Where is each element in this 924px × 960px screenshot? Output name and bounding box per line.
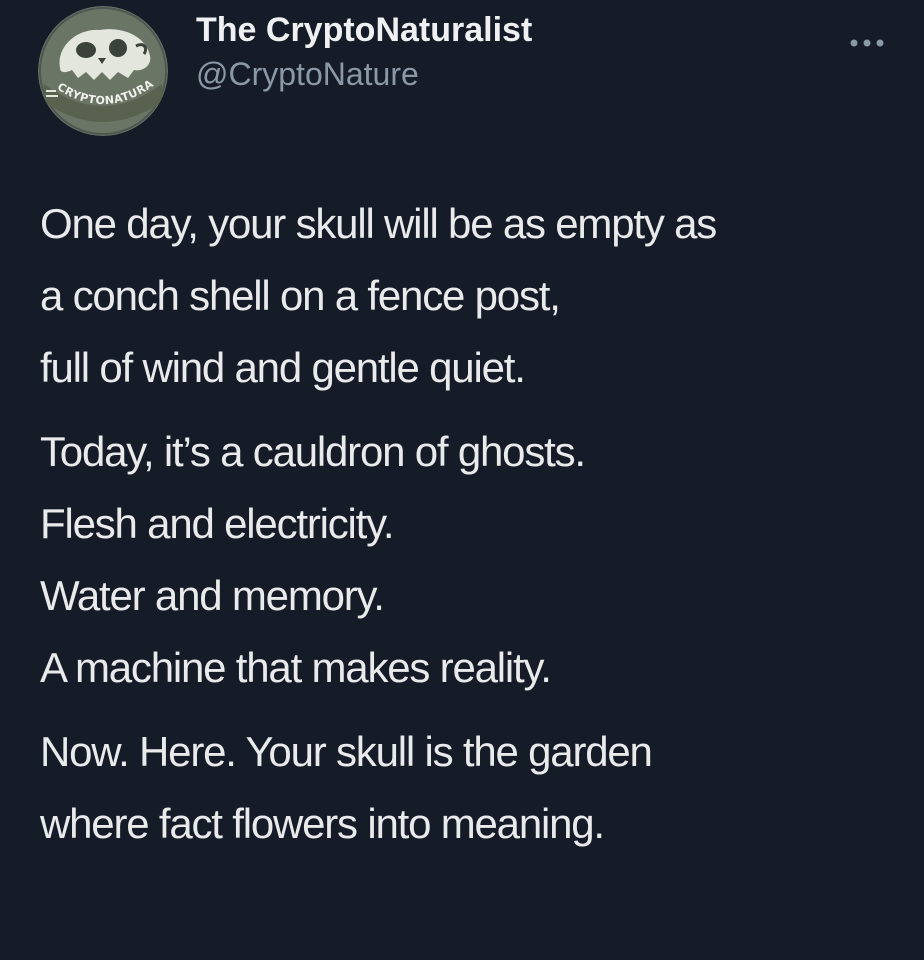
- stanza: Today, it’s a cauldron of ghosts. Flesh …: [40, 416, 894, 704]
- text-line: Now. Here. Your skull is the garden: [40, 728, 653, 775]
- more-options-icon: [850, 39, 884, 47]
- tweet-header: CRYPTONATURALIST The CryptoNaturalist @C…: [38, 6, 532, 136]
- text-line: Water and memory.: [40, 572, 385, 619]
- tweet-card: CRYPTONATURALIST The CryptoNaturalist @C…: [0, 0, 924, 960]
- avatar[interactable]: CRYPTONATURALIST: [38, 6, 168, 136]
- more-options-button[interactable]: [846, 28, 888, 58]
- stanza: Now. Here. Your skull is the garden wher…: [40, 716, 894, 860]
- author-names: The CryptoNaturalist @CryptoNature: [196, 8, 532, 96]
- user-handle[interactable]: @CryptoNature: [196, 52, 532, 96]
- text-line: Today, it’s a cauldron of ghosts.: [40, 428, 586, 475]
- text-line: a conch shell on a fence post,: [40, 272, 561, 319]
- text-line: A machine that makes reality.: [40, 644, 552, 691]
- tweet-text: One day, your skull will be as empty as …: [40, 188, 894, 872]
- text-line: full of wind and gentle quiet.: [40, 344, 526, 391]
- display-name[interactable]: The CryptoNaturalist: [196, 8, 532, 52]
- text-line: One day, your skull will be as empty as: [40, 200, 717, 247]
- stanza: One day, your skull will be as empty as …: [40, 188, 894, 404]
- skull-avatar-icon: CRYPTONATURALIST: [38, 6, 168, 136]
- text-line: where fact flowers into meaning.: [40, 800, 605, 847]
- text-line: Flesh and electricity.: [40, 500, 395, 547]
